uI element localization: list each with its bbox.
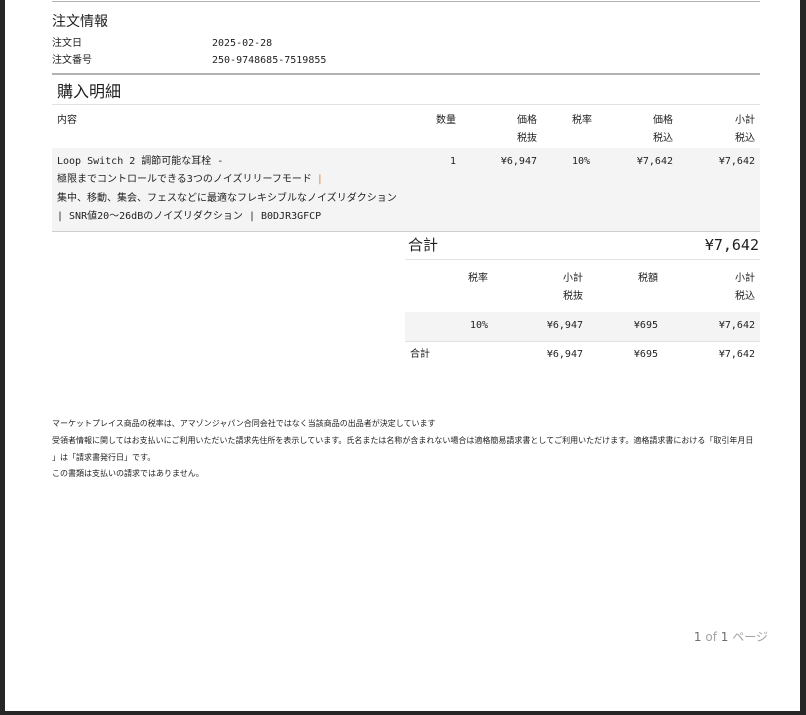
tax-total-label: 合計 [410, 349, 430, 360]
item-price-in-tax: ¥7,642 [636, 156, 673, 167]
top-divider [52, 1, 760, 2]
order-date-label: 注文日 [52, 38, 82, 49]
page-unit-label: ページ [732, 630, 768, 644]
column-header-quantity: 数量 [436, 115, 456, 126]
grand-total-divider [405, 259, 760, 260]
order-number-label: 注文番号 [52, 55, 92, 66]
tax-row-subtotal-ex-tax: ¥6,947 [546, 320, 583, 331]
column-header-subtotal-in-tax: 小計 [735, 115, 755, 126]
item-row-divider [52, 231, 760, 232]
purchase-details-title: 購入明細 [57, 82, 122, 101]
item-quantity: 1 [449, 156, 456, 167]
column-header-tax-rate: 税率 [572, 115, 592, 126]
item-description-line: | SNR値20～26dBのノイズリダクション | B0DJR3GFCP [57, 210, 322, 222]
tax-column-header-subtotal-in-tax: 小計 [735, 273, 755, 284]
tax-column-header-subtotal-ex-tax-sub: 税抜 [563, 291, 583, 302]
note-marketplace-tax: マーケットプレイス商品の税率は、アマゾンジャパン合同会社ではなく当該商品の出品者… [52, 419, 436, 428]
item-description-line: 極限までコントロールできる3つのノイズリリーフモード | [57, 171, 397, 189]
item-description-line: 集中、移動、集会、フェスなどに最適なフレキシブルなノイズリダクション [57, 192, 397, 204]
item-description: Loop Switch 2 調節可能な耳栓 - 極限までコントロールできる3つの… [57, 153, 397, 226]
tax-row-amount: ¥695 [633, 320, 658, 331]
current-page-number: 1 [693, 630, 702, 644]
order-info-divider [52, 73, 760, 75]
column-header-content: 内容 [57, 115, 77, 126]
note-recipient-info: 受領者情報に関してはお支払いにご利用いただいた請求先住所を表示しています。氏名ま… [52, 436, 754, 445]
tax-row-rate: 10% [469, 320, 488, 331]
page-of-label: of [705, 630, 717, 644]
order-date-value: 2025-02-28 [212, 38, 273, 49]
grand-total-label: 合計 [408, 236, 439, 254]
tax-row-subtotal-in-tax: ¥7,642 [718, 320, 755, 331]
grand-total-value: ¥7,642 [704, 236, 759, 254]
column-header-price-in-tax: 価格 [653, 115, 673, 126]
order-number-value: 250-9748685-7519855 [212, 55, 327, 66]
document-viewer[interactable]: 注文情報 注文日 2025-02-28 注文番号 250-9748685-751… [0, 0, 806, 715]
tax-column-header-subtotal-ex-tax: 小計 [563, 273, 583, 284]
tax-total-subtotal-in-tax: ¥7,642 [718, 349, 755, 360]
tax-column-header-subtotal-in-tax-sub: 税込 [735, 291, 755, 302]
note-recipient-info-continued: 」は「請求書発行日」です。 [52, 453, 156, 462]
column-header-price-ex-tax: 価格 [517, 115, 537, 126]
item-description-text: 極限までコントロールできる3つのノイズリリーフモード [57, 174, 312, 186]
tax-total-subtotal-ex-tax: ¥6,947 [546, 349, 583, 360]
total-pages-number: 1 [720, 630, 729, 644]
column-header-subtotal-in-tax-sub: 税込 [735, 133, 755, 144]
note-not-a-bill: この書類は支払いの請求ではありません。 [52, 469, 204, 478]
tax-row-divider [405, 341, 760, 342]
purchase-title-divider [52, 104, 760, 105]
item-tax-rate: 10% [572, 156, 591, 167]
item-subtotal-in-tax: ¥7,642 [718, 156, 755, 167]
item-price-ex-tax: ¥6,947 [500, 156, 537, 167]
column-header-price-ex-tax-sub: 税抜 [517, 133, 537, 144]
page-indicator: 1 of 1 ページ [605, 630, 768, 644]
tax-total-amount: ¥695 [633, 349, 658, 360]
order-info-title: 注文情報 [52, 14, 108, 30]
item-description-line: Loop Switch 2 調節可能な耳栓 - [57, 156, 224, 167]
item-description-separator: | [316, 174, 323, 186]
column-header-price-in-tax-sub: 税込 [653, 133, 673, 144]
tax-column-header-amount: 税額 [638, 273, 658, 284]
invoice-page: 注文情報 注文日 2025-02-28 注文番号 250-9748685-751… [5, 0, 800, 711]
tax-column-header-rate: 税率 [468, 273, 488, 284]
